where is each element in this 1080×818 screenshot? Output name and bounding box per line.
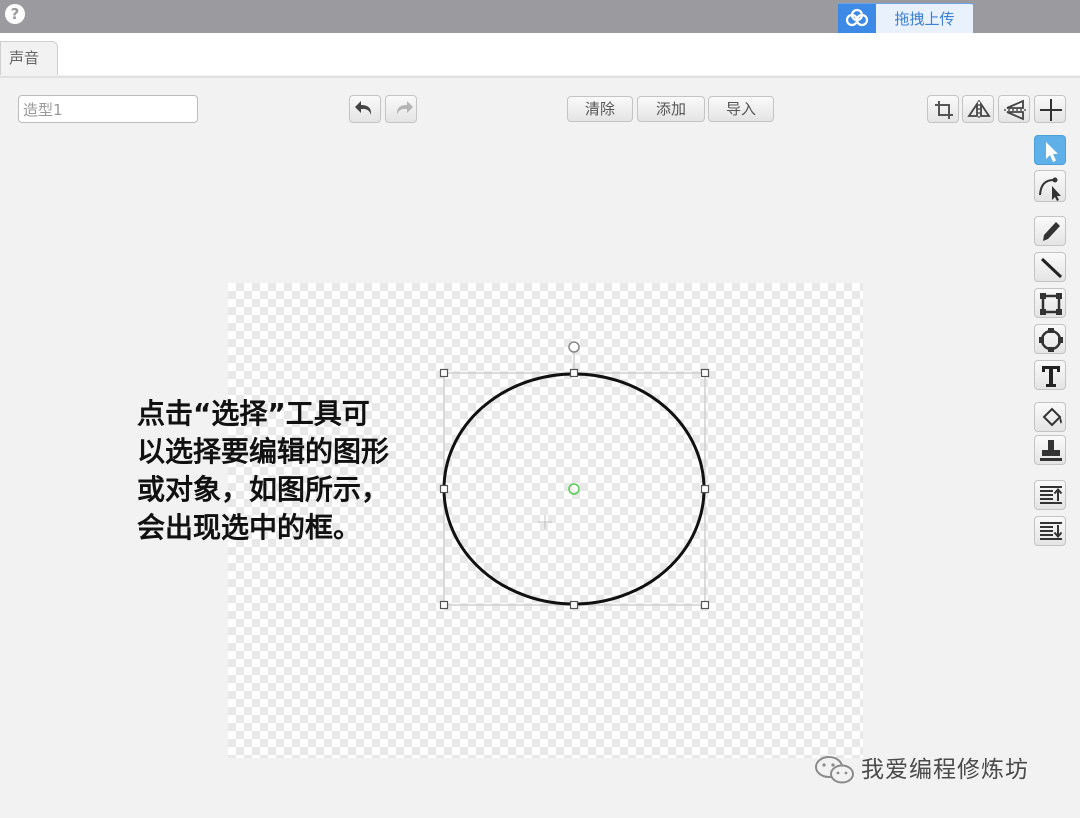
redo-icon xyxy=(396,101,413,115)
line-icon xyxy=(1040,257,1063,279)
selection-box[interactable] xyxy=(443,353,706,606)
watermark-text: 我爱编程修炼坊 xyxy=(861,757,1029,783)
ellipse-icon xyxy=(1039,328,1063,352)
flip-vertical-button[interactable] xyxy=(998,95,1030,123)
resize-handles[interactable] xyxy=(439,368,710,610)
line-tool-button[interactable] xyxy=(1034,252,1066,282)
reshape-tool-button[interactable] xyxy=(1034,170,1066,202)
cloud-icon xyxy=(838,4,876,34)
import-button[interactable]: 导入 xyxy=(708,96,774,122)
text-tool-button[interactable] xyxy=(1034,360,1066,390)
flip-horizontal-button[interactable] xyxy=(962,95,994,123)
flip-vertical-icon xyxy=(1004,99,1026,121)
set-costume-center-button[interactable] xyxy=(1034,95,1066,123)
crop-icon xyxy=(935,101,953,119)
pencil-icon xyxy=(1043,222,1060,241)
select-tool-button[interactable] xyxy=(1034,135,1066,165)
flip-horizontal-icon xyxy=(967,100,991,120)
selected-ellipse-shape[interactable] xyxy=(442,372,706,606)
send-backward-button[interactable] xyxy=(1034,516,1066,546)
undo-button[interactable] xyxy=(349,95,381,123)
costume-name-input[interactable] xyxy=(18,95,198,123)
text-icon xyxy=(1042,366,1060,387)
crosshair-icon xyxy=(1040,99,1062,121)
rotation-handle[interactable] xyxy=(568,341,580,353)
stamp-icon xyxy=(1040,440,1062,461)
rectangle-tool-button[interactable] xyxy=(1034,288,1066,318)
fill-tool-button[interactable] xyxy=(1034,402,1066,432)
upload-label: 拖拽上传 xyxy=(894,10,955,28)
tutorial-annotation: 点击“选择”工具可以选择要编辑的图形或对象，如图所示，会出现选中的框。 xyxy=(137,397,390,544)
drag-upload-button[interactable]: 拖拽上传 xyxy=(837,3,974,35)
costume-center-crosshair xyxy=(538,515,552,529)
rectangle-icon xyxy=(1040,293,1062,315)
add-button[interactable]: 添加 xyxy=(637,96,705,122)
wechat-icon xyxy=(815,756,854,784)
crop-tool-button[interactable] xyxy=(927,95,959,123)
stamp-tool-button[interactable] xyxy=(1034,435,1066,465)
selection-center-point xyxy=(568,483,580,495)
ellipse-tool-button[interactable] xyxy=(1034,324,1066,354)
reshape-icon xyxy=(1039,177,1061,201)
help-icon[interactable]: ? xyxy=(5,4,25,24)
bring-forward-icon xyxy=(1040,486,1063,504)
paint-bucket-icon xyxy=(1042,407,1062,427)
bring-forward-button[interactable] xyxy=(1034,480,1066,510)
redo-button[interactable] xyxy=(385,95,417,123)
watermark: 我爱编程修炼坊 xyxy=(813,752,1053,788)
send-backward-icon xyxy=(1040,522,1063,540)
clear-button[interactable]: 清除 xyxy=(567,96,633,122)
pencil-tool-button[interactable] xyxy=(1034,216,1066,246)
undo-icon xyxy=(355,101,372,115)
arrow-cursor-icon xyxy=(1046,142,1058,162)
tab-row: 声音 xyxy=(0,33,1080,75)
tab-sound[interactable]: 声音 xyxy=(0,41,58,75)
